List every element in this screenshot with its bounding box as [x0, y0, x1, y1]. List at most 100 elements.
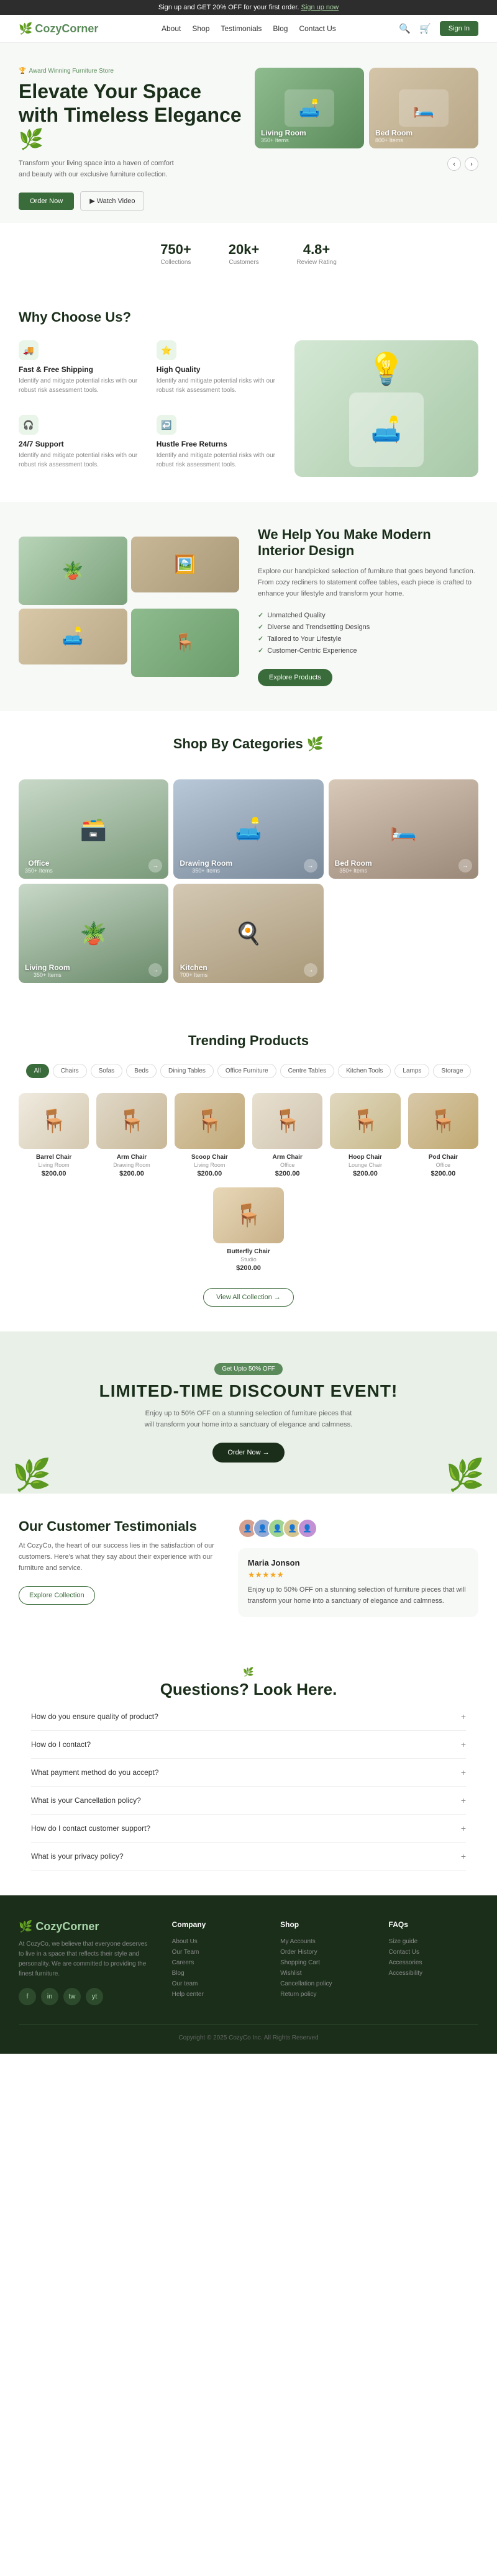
filter-tab-all[interactable]: All: [26, 1064, 49, 1078]
faq-question-2: What payment method do you accept?: [31, 1768, 158, 1777]
product-pod-chair[interactable]: 🪑 Pod Chair Office $200.00: [408, 1093, 478, 1177]
office-arm-chair-price: $200.00: [252, 1170, 322, 1177]
footer-faq-link-accessories[interactable]: Accessories: [389, 1957, 478, 1968]
interior-img-2: 🖼️: [131, 537, 240, 592]
feature-support-desc: Identify and mitigate potential risks wi…: [19, 451, 144, 469]
nav-link-shop[interactable]: Shop: [192, 24, 209, 33]
interior-img-3: 🛋️: [19, 609, 127, 664]
faq-item-1[interactable]: How do I contact?+: [31, 1731, 466, 1759]
product-butterfly-chair[interactable]: 🪑 Butterfly Chair Studio $200.00: [213, 1187, 283, 1272]
product-scoop-chair[interactable]: 🪑 Scoop Chair Living Room $200.00: [175, 1093, 245, 1177]
trending-title: Trending Products: [19, 1033, 478, 1049]
footer-faq-link-accessibility[interactable]: Accessibility: [389, 1968, 478, 1979]
product-arm-chair[interactable]: 🪑 Arm Chair Drawing Room $200.00: [96, 1093, 166, 1177]
hero-prev-button[interactable]: ‹: [447, 157, 461, 171]
filter-tab-sofas[interactable]: Sofas: [91, 1064, 123, 1078]
arm-chair-name: Arm Chair: [96, 1154, 166, 1161]
footer-link-our-team[interactable]: Our team: [172, 1979, 262, 1989]
footer-link-shopping-cart[interactable]: Shopping Cart: [280, 1957, 370, 1968]
scoop-chair-category: Living Room: [175, 1162, 245, 1168]
footer-link-wishlist[interactable]: Wishlist: [280, 1968, 370, 1979]
category-office[interactable]: 🗃️ Office 350+ Items →: [19, 779, 168, 879]
order-now-button[interactable]: Order Now: [19, 193, 74, 210]
footer-top: 🌿 CozyCorner At CozyCo, we believe that …: [19, 1920, 478, 2005]
footer-link-my-accounts[interactable]: My Accounts: [280, 1936, 370, 1947]
why-title: Why Choose Us?: [19, 309, 478, 325]
faq-item-5[interactable]: What is your privacy policy?+: [31, 1843, 466, 1871]
barrel-chair-image: 🪑: [19, 1093, 89, 1149]
footer-social: f in tw yt: [19, 1988, 153, 2005]
faq-item-3[interactable]: What is your Cancellation policy?+: [31, 1787, 466, 1815]
category-living-room[interactable]: 🪴 Living Room 350+ Items →: [19, 884, 168, 983]
faq-item-0[interactable]: How do you ensure quality of product?+: [31, 1703, 466, 1731]
footer-link-return-policy[interactable]: Return policy: [280, 1989, 370, 2000]
filter-tab-office-furniture[interactable]: Office Furniture: [217, 1064, 276, 1078]
filter-tab-storage[interactable]: Storage: [433, 1064, 471, 1078]
watch-video-button[interactable]: ▶ Watch Video: [80, 191, 144, 211]
banner-link[interactable]: Sign up now: [301, 4, 339, 11]
category-kitchen[interactable]: 🍳 Kitchen 700+ Items →: [173, 884, 323, 983]
explore-products-button[interactable]: Explore Products: [258, 669, 332, 686]
filter-tab-kitchen-tools[interactable]: Kitchen Tools: [338, 1064, 391, 1078]
plant-right-icon: 🌿: [446, 1457, 485, 1494]
footer-link-our-team[interactable]: Our Team: [172, 1947, 262, 1957]
product-office-arm-chair[interactable]: 🪑 Arm Chair Office $200.00: [252, 1093, 322, 1177]
hero-left: 🏆 Award Winning Furniture Store Elevate …: [19, 68, 242, 211]
hero-next-button[interactable]: ›: [465, 157, 478, 171]
search-icon[interactable]: 🔍: [399, 23, 411, 34]
plant-left-icon: 🌿: [12, 1457, 51, 1494]
footer-faq-link-contact-us[interactable]: Contact Us: [389, 1947, 478, 1957]
instagram-icon[interactable]: in: [41, 1988, 58, 2005]
cart-icon[interactable]: 🛒: [419, 23, 431, 34]
office-arm-chair-image: 🪑: [252, 1093, 322, 1149]
signin-button[interactable]: Sign In: [440, 21, 478, 36]
filter-tab-dining-tables[interactable]: Dining Tables: [160, 1064, 214, 1078]
filter-tab-lamps[interactable]: Lamps: [394, 1064, 429, 1078]
interior-list-item-2: Diverse and Trendsetting Designs: [258, 621, 478, 633]
feature-support: 🎧 24/7 Support Identify and mitigate pot…: [19, 415, 144, 477]
faq-item-4[interactable]: How do I contact customer support?+: [31, 1815, 466, 1843]
product-hoop-chair[interactable]: 🪑 Hoop Chair Lounge Chair $200.00: [330, 1093, 400, 1177]
facebook-icon[interactable]: f: [19, 1988, 36, 2005]
category-bedroom[interactable]: 🛏️ Bed Room 350+ Items →: [329, 779, 478, 879]
order-now-discount-button[interactable]: Order Now →: [212, 1443, 284, 1463]
footer-bottom: Copyright © 2025 CozyCo Inc. All Rights …: [19, 2024, 478, 2041]
youtube-icon[interactable]: yt: [86, 1988, 103, 2005]
nav-link-contact-us[interactable]: Contact Us: [299, 24, 335, 33]
nav-link-testimonials[interactable]: Testimonials: [221, 24, 262, 33]
testimonials-title: Our Customer Testimonials: [19, 1518, 219, 1535]
view-collection-button[interactable]: View All Collection →: [203, 1288, 294, 1307]
footer-link-help-center[interactable]: Help center: [172, 1989, 262, 2000]
footer-link-order-history[interactable]: Order History: [280, 1947, 370, 1957]
explore-collection-button[interactable]: Explore Collection: [19, 1586, 95, 1605]
nav-link-about[interactable]: About: [162, 24, 181, 33]
quality-icon: ⭐: [157, 340, 176, 360]
feature-shipping-title: Fast & Free Shipping: [19, 365, 144, 374]
category-living-room-name: Living Room: [25, 963, 70, 972]
twitter-icon[interactable]: tw: [63, 1988, 81, 2005]
nav-link-blog[interactable]: Blog: [273, 24, 288, 33]
discount-badge: Get Upto 50% OFF: [214, 1363, 283, 1375]
faq-toggle-1: +: [461, 1739, 466, 1749]
interior-list-item-4: Customer-Centric Experience: [258, 645, 478, 656]
stat-customers-label: Customers: [229, 259, 260, 266]
hoop-chair-name: Hoop Chair: [330, 1154, 400, 1161]
faq-section: 🌿 Questions? Look Here. How do you ensur…: [0, 1642, 497, 1895]
interior-list: Unmatched Quality Diverse and Trendsetti…: [258, 609, 478, 656]
footer-link-cancellation-policy[interactable]: Cancellation policy: [280, 1979, 370, 1989]
footer-link-careers[interactable]: Careers: [172, 1957, 262, 1968]
filter-tab-chairs[interactable]: Chairs: [53, 1064, 87, 1078]
category-kitchen-count: 700+ Items: [180, 972, 207, 978]
filter-tab-centre-tables[interactable]: Centre Tables: [280, 1064, 335, 1078]
faq-toggle-5: +: [461, 1851, 466, 1861]
top-banner: Sign up and GET 20% OFF for your first o…: [0, 0, 497, 15]
faq-item-2[interactable]: What payment method do you accept?+: [31, 1759, 466, 1787]
footer-faq-link-size-guide[interactable]: Size guide: [389, 1936, 478, 1947]
category-drawing-room[interactable]: 🛋️ Drawing Room 350+ Items →: [173, 779, 323, 879]
footer-link-blog[interactable]: Blog: [172, 1968, 262, 1979]
footer-col-faq: FAQs Size guideContact UsAccessoriesAcce…: [389, 1920, 478, 2005]
footer-link-about-us[interactable]: About Us: [172, 1936, 262, 1947]
hoop-chair-price: $200.00: [330, 1170, 400, 1177]
product-barrel-chair[interactable]: 🪑 Barrel Chair Living Room $200.00: [19, 1093, 89, 1177]
filter-tab-beds[interactable]: Beds: [126, 1064, 157, 1078]
